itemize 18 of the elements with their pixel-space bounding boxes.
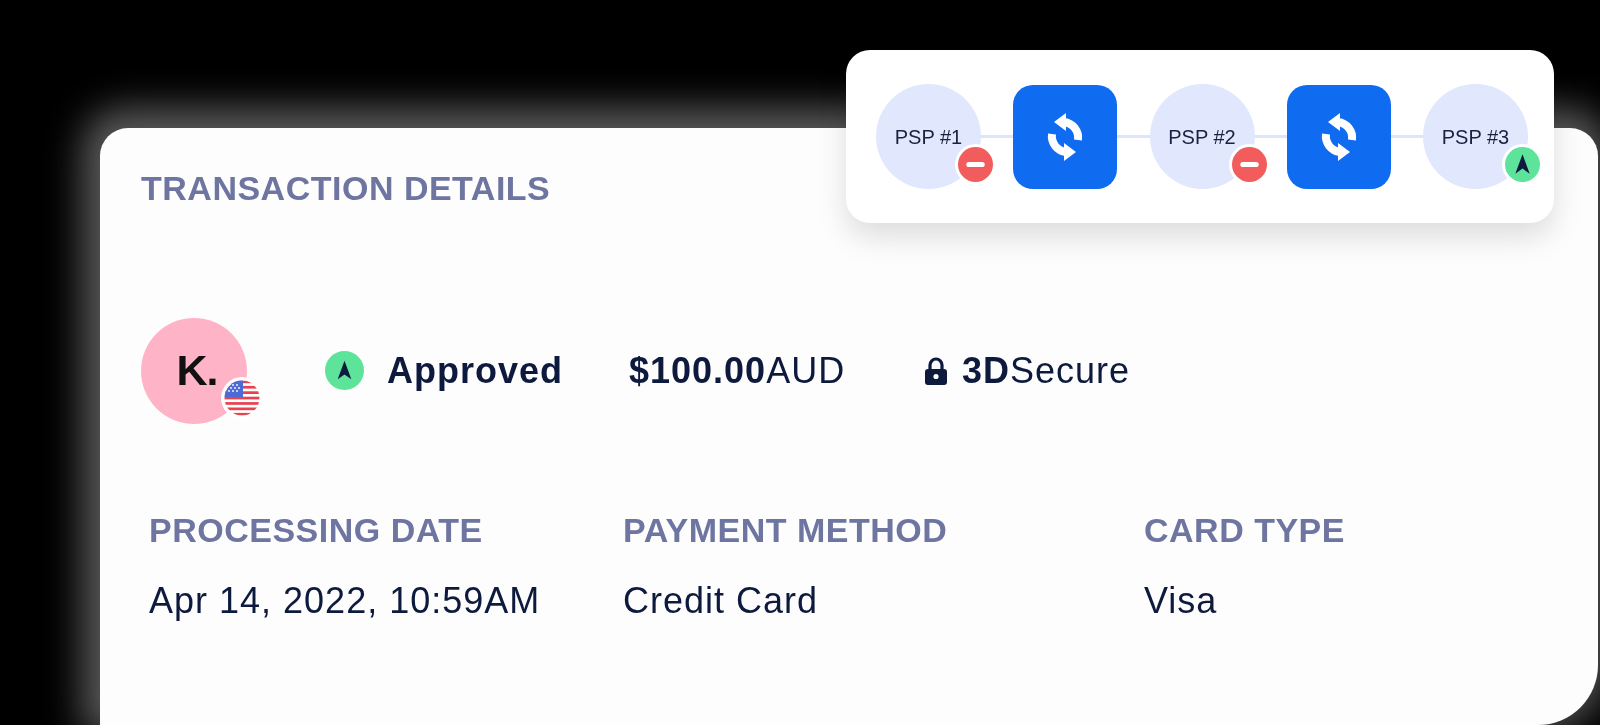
amount-text: $100.00AUD: [629, 349, 846, 393]
field-value: Visa: [1144, 578, 1219, 622]
status-text: Approved: [387, 349, 563, 393]
node-label: PSP #2: [1168, 124, 1236, 150]
field-label: PAYMENT METHOD: [623, 509, 949, 551]
sync-icon: [1286, 84, 1391, 189]
sync-icon: [1013, 84, 1118, 189]
node-label: PSP #3: [1441, 124, 1510, 150]
lock-icon: [925, 356, 947, 385]
flag-icon: [221, 376, 263, 419]
field-label: PROCESSING DATE: [149, 509, 484, 551]
node-label: PSP #1: [894, 124, 963, 150]
field-value: Credit Card: [623, 578, 820, 622]
field-label: CARD TYPE: [1144, 509, 1346, 551]
security-text: 3DSecure: [962, 349, 1131, 393]
logo-text: K.: [175, 349, 218, 393]
section-title: TRANSACTION DETAILS: [141, 168, 551, 209]
field-value: Apr 14, 2022, 10:59AM: [149, 578, 542, 622]
